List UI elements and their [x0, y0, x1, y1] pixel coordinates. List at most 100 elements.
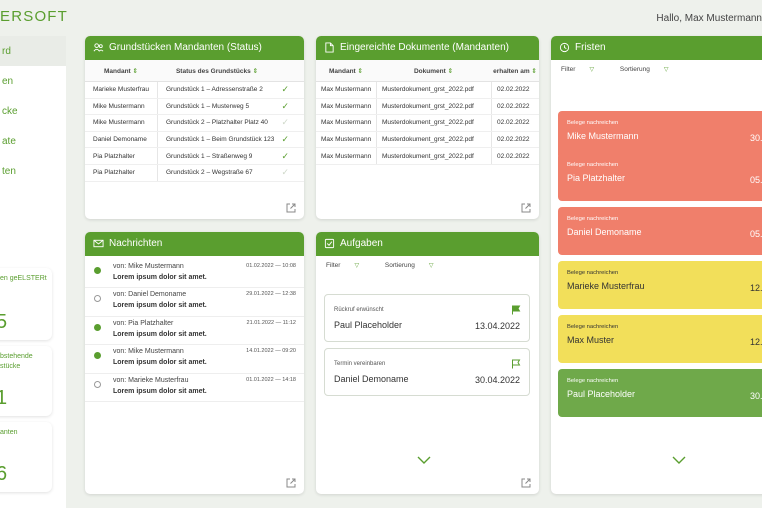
table-row[interactable]: Max Mustermann Musterdokument_grst_2022.p…: [316, 148, 539, 165]
frist-date: 12.: [750, 337, 762, 347]
sort-dropdown[interactable]: Sortierung ▽: [385, 262, 446, 269]
cell-status-wrap: Grundstück 1 – Straßenweg 9 ✓: [157, 148, 297, 164]
external-link-icon[interactable]: [286, 478, 296, 488]
cell-dokument[interactable]: Musterdokument_grst_2022.pdf: [377, 119, 474, 126]
panel-title: Nachrichten: [109, 238, 163, 249]
panel-aufgaben: Aufgaben Filter ▽ Sortierung ▽ Rückruf erw…: [316, 232, 539, 494]
message-item[interactable]: von: Mike Mustermann Lorem ipsum dolor si…: [85, 345, 304, 374]
people-icon: [93, 43, 104, 52]
table-row[interactable]: Max Mustermann Musterdokument_grst_2022.p…: [316, 82, 539, 99]
panel-grundstuecke: Grundstücken Mandanten (Status) Mandant …: [85, 36, 304, 219]
table-header: Mandant ⇕ Dokument ⇕ erhalten am ⇕: [316, 60, 539, 82]
task-card[interactable]: Rückruf erwünscht Paul Placeholder 13.04.2…: [324, 294, 530, 342]
frist-card[interactable]: Belege nachreichen Daniel Demoname 05.: [558, 207, 762, 255]
flag-filled-icon[interactable]: [511, 305, 521, 315]
table-row[interactable]: Max Mustermann Musterdokument_grst_2022.p…: [316, 115, 539, 132]
cell-status: Grundstück 1 – Beim Grundstück 123: [166, 136, 275, 144]
cell-status-wrap: Grundstück 2 – Platzhalter Platz 40 ✓: [157, 115, 297, 131]
frist-card[interactable]: Belege nachreichen Max Muster 12.: [558, 315, 762, 363]
sort-dropdown[interactable]: Sortierung ▽: [620, 66, 681, 73]
cell-dokument-wrap: Musterdokument_grst_2022.pdf: [376, 115, 491, 131]
external-link-icon[interactable]: [286, 203, 296, 213]
table-row[interactable]: Pia Platzhalter Grundstück 2 – Wegstraße …: [85, 164, 304, 182]
frist-name: Max Muster: [567, 335, 615, 345]
external-link-icon[interactable]: [521, 203, 531, 213]
task-label: Rückruf erwünscht: [334, 307, 384, 313]
column-header-mandant[interactable]: Mandant ⇕: [85, 67, 157, 75]
filter-dropdown[interactable]: Filter ▽: [561, 66, 606, 73]
panel-dokumente: Eingereichte Dokumente (Mandanten) Manda…: [316, 36, 539, 219]
cell-dokument-wrap: Musterdokument_grst_2022.pdf: [376, 82, 491, 98]
panel-title: Fristen: [575, 42, 606, 53]
table-row[interactable]: Mike Mustermann Grundstück 2 – Platzhalte…: [85, 115, 304, 132]
cell-dokument[interactable]: Musterdokument_grst_2022.pdf: [377, 86, 474, 93]
panel-header: Eingereichte Dokumente (Mandanten): [316, 36, 539, 60]
checkmark-icon: ✓: [281, 134, 289, 145]
stat-card-ausstehende[interactable]: bstehende stücke 1: [0, 346, 52, 416]
unread-dot-icon: [94, 267, 101, 274]
message-item[interactable]: von: Daniel Demoname Lorem ipsum dolor si…: [85, 288, 304, 317]
flag-outline-icon[interactable]: [511, 359, 521, 369]
sidebar-item-dokumente[interactable]: ten: [0, 156, 66, 186]
stat-card-elstert[interactable]: en geELSTERt 5: [0, 268, 52, 340]
frist-card[interactable]: Belege nachreichen Mike Mustermann 30.: [558, 111, 762, 159]
checkmark-icon: ✓: [281, 100, 289, 111]
message-list: von: Mike Mustermann Lorem ipsum dolor si…: [85, 256, 304, 402]
table-row[interactable]: Pia Platzhalter Grundstück 1 – Straßenweg…: [85, 148, 304, 165]
cell-dokument[interactable]: Musterdokument_grst_2022.pdf: [377, 153, 474, 160]
panel-nachrichten: Nachrichten von: Mike Mustermann Lorem ip…: [85, 232, 304, 494]
cell-date: 02.02.2022: [497, 86, 530, 94]
frist-card[interactable]: Belege nachreichen Paul Placeholder 30.: [558, 369, 762, 417]
message-item[interactable]: von: Pia Platzhalter Lorem ipsum dolor si…: [85, 317, 304, 346]
task-name: Daniel Demoname: [334, 374, 409, 384]
user-greeting[interactable]: Hallo, Max Mustermann: [656, 13, 762, 24]
table-row[interactable]: Daniel Demoname Grundstück 1 – Beim Grund…: [85, 131, 304, 149]
task-card[interactable]: Termin vereinbaren Daniel Demoname 30.04.2…: [324, 348, 530, 396]
frist-date: 30.: [750, 391, 762, 401]
read-dot-icon: [94, 380, 101, 388]
message-preview: Lorem ipsum dolor sit amet.: [113, 330, 207, 338]
frist-date: 05.: [750, 229, 762, 239]
sidebar-item-mandanten[interactable]: en: [0, 66, 66, 96]
stat-card-mandanten[interactable]: anten 6: [0, 422, 52, 492]
frist-label: Belege nachreichen: [567, 162, 619, 168]
message-item[interactable]: von: Mike Mustermann Lorem ipsum dolor si…: [85, 260, 304, 289]
brand-logo[interactable]: ERSOFT: [0, 8, 68, 25]
cell-date-wrap: 02.02.2022: [491, 98, 539, 115]
message-preview: Lorem ipsum dolor sit amet.: [113, 387, 207, 395]
cell-mandant: Max Mustermann: [321, 136, 372, 144]
column-header-dokument[interactable]: Dokument ⇕: [376, 67, 491, 75]
cell-dokument[interactable]: Musterdokument_grst_2022.pdf: [377, 103, 474, 110]
sidebar-item-fristen[interactable]: ate: [0, 126, 66, 156]
cell-dokument-wrap: Musterdokument_grst_2022.pdf: [376, 98, 491, 115]
frist-label: Belege nachreichen: [567, 216, 619, 222]
task-date: 30.04.2022: [474, 375, 520, 385]
table-row[interactable]: Max Mustermann Musterdokument_grst_2022.p…: [316, 98, 539, 116]
sidebar-item-grundstuecke[interactable]: cke: [0, 96, 66, 126]
column-header-status[interactable]: Status des Grundstücks ⇕: [157, 67, 277, 75]
clock-icon: [559, 42, 570, 53]
stat-value: 1: [0, 387, 8, 409]
frist-card[interactable]: Belege nachreichen Marieke Musterfrau 12.: [558, 261, 762, 309]
frist-label: Belege nachreichen: [567, 324, 619, 330]
table-row[interactable]: Max Mustermann Musterdokument_grst_2022.p…: [316, 131, 539, 149]
unread-dot-icon: [94, 352, 101, 360]
cell-dokument[interactable]: Musterdokument_grst_2022.pdf: [377, 136, 474, 143]
cell-date: 02.02.2022: [497, 136, 530, 144]
message-date: 29.01.2022 — 12:38: [246, 291, 296, 298]
table-row[interactable]: Mike Mustermann Grundstück 1 – Musterweg …: [85, 98, 304, 116]
cell-date: 02.02.2022: [497, 119, 530, 127]
message-item[interactable]: von: Marieke Musterfrau Lorem ipsum dolor…: [85, 374, 304, 402]
table-row[interactable]: Marieke Musterfrau Grundstück 1 – Adresse…: [85, 82, 304, 99]
filter-dropdown[interactable]: Filter ▽: [326, 262, 371, 269]
chevron-down-icon[interactable]: [672, 456, 686, 465]
frist-name: Pia Platzhalter: [567, 173, 626, 183]
sidebar-item-dashboard[interactable]: rd: [0, 36, 66, 66]
chevron-down-icon[interactable]: [417, 456, 431, 465]
column-header-erhalten[interactable]: erhalten am ⇕: [491, 67, 539, 75]
external-link-icon[interactable]: [521, 478, 531, 488]
frist-card[interactable]: Belege nachreichen Pia Platzhalter 05.: [558, 153, 762, 201]
unread-dot-icon: [94, 323, 101, 331]
message-preview: Lorem ipsum dolor sit amet.: [113, 359, 207, 367]
column-header-mandant[interactable]: Mandant ⇕: [316, 67, 376, 75]
